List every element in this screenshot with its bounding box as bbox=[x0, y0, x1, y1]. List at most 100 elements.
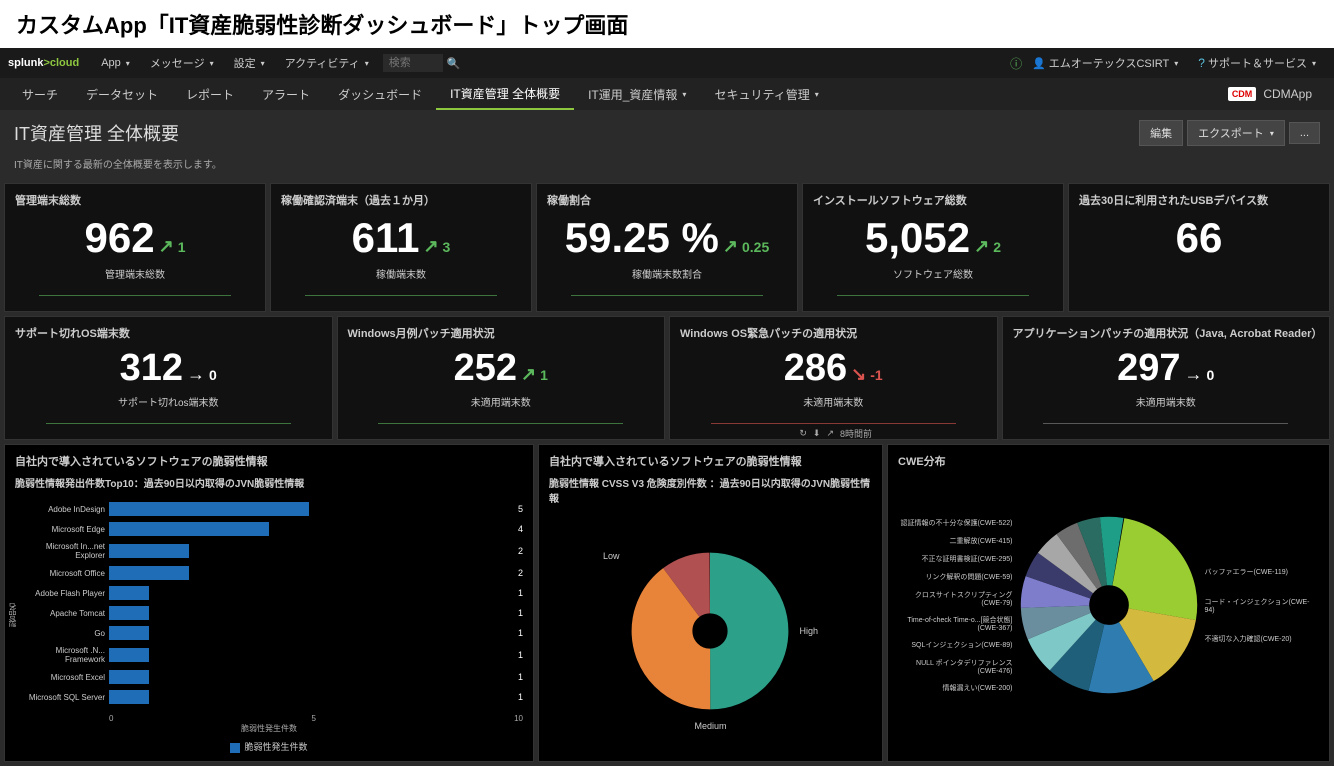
bar-fill[interactable] bbox=[109, 502, 309, 516]
kpi-card[interactable]: 稼働確認済端末（過去１か月） 611 ↗ 3 稼働端末数 bbox=[270, 183, 532, 312]
bar-label: Go bbox=[15, 629, 105, 638]
kpi-title: Windows月例パッチ適用状況 bbox=[348, 325, 655, 341]
bar-value: 1 bbox=[518, 650, 523, 660]
refresh-icon[interactable]: ↻ bbox=[799, 428, 807, 439]
bar-value: 5 bbox=[518, 504, 523, 514]
download-icon[interactable]: ⬇ bbox=[813, 428, 821, 439]
kpi-value: 297 bbox=[1117, 347, 1180, 390]
bar-fill[interactable] bbox=[109, 566, 189, 580]
edit-button[interactable]: 編集 bbox=[1139, 120, 1183, 146]
trend-arrow-icon: ↗ bbox=[159, 236, 174, 257]
bar-row: Microsoft Excel 1 bbox=[15, 670, 523, 684]
kpi-card[interactable]: Windows OS緊急パッチの適用状況 286 ↘ -1 未適用端末数 bbox=[669, 316, 998, 440]
pie1-label-low: Low bbox=[603, 551, 620, 561]
kpi-card[interactable]: 管理端末総数 962 ↗ 1 管理端末総数 bbox=[4, 183, 266, 312]
kpi-card[interactable]: Windows月例パッチ適用状況 252 ↗ 1 未適用端末数 bbox=[337, 316, 666, 440]
bar-fill[interactable] bbox=[109, 626, 149, 640]
nav-app[interactable]: App bbox=[101, 57, 130, 69]
kpi-card[interactable]: アプリケーションパッチの適用状況（Java, Acrobat Reader） 2… bbox=[1002, 316, 1331, 440]
page-title: IT資産管理 全体概要 bbox=[14, 120, 179, 146]
kpi-row-2: サポート切れOS端末数 312 → 0 サポート切れos端末数 Windows月… bbox=[4, 316, 1330, 440]
more-button[interactable]: ... bbox=[1289, 122, 1320, 144]
pie2-labels-right: バッファエラー(CWE-119)コード・インジェクション(CWE-94)不適切な… bbox=[1199, 567, 1320, 644]
kpi-value: 312 bbox=[120, 347, 183, 390]
y-axis-label: 製品名 bbox=[7, 603, 18, 627]
kpi-value: 252 bbox=[454, 347, 517, 390]
kpi-label: サポート切れos端末数 bbox=[15, 394, 322, 409]
subnav-dataset[interactable]: データセット bbox=[72, 78, 172, 110]
subnav-alert[interactable]: アラート bbox=[248, 78, 324, 110]
bar-label: Microsoft Office bbox=[15, 569, 105, 578]
kpi-card[interactable]: サポート切れOS端末数 312 → 0 サポート切れos端末数 bbox=[4, 316, 333, 440]
user-menu[interactable]: 👤 エムオーテックスCSIRT bbox=[1032, 55, 1178, 71]
nav-messages[interactable]: メッセージ bbox=[150, 55, 214, 71]
bar-row: Microsoft .N... Framework 1 bbox=[15, 646, 523, 664]
pie2-panel: CWE分布 認証情報の不十分な保護(CWE-522)二重解放(CWE-415)不… bbox=[887, 444, 1330, 762]
bar-fill[interactable] bbox=[109, 606, 149, 620]
bar-fill[interactable] bbox=[109, 648, 149, 662]
pie1-label-high: High bbox=[800, 626, 819, 636]
bar-legend: 脆弱性発生件数 bbox=[15, 740, 523, 753]
open-icon[interactable]: ↗ bbox=[826, 428, 834, 439]
pie2-chart: 認証情報の不十分な保護(CWE-522)二重解放(CWE-415)不正な証明書検… bbox=[898, 475, 1319, 735]
bar-label: Adobe InDesign bbox=[15, 505, 105, 514]
nav-settings[interactable]: 設定 bbox=[234, 55, 265, 71]
bar-row: Adobe InDesign 5 bbox=[15, 502, 523, 516]
top-nav: splunk>cloud App メッセージ 設定 アクティビティ 🔍 ⓘ 👤 … bbox=[0, 48, 1334, 78]
pie2-label: バッファエラー(CWE-119) bbox=[1205, 567, 1320, 577]
pie2-label: 二重解放(CWE-415) bbox=[898, 536, 1013, 546]
pie2-label: SQLインジェクション(CWE-89) bbox=[898, 640, 1013, 650]
bar-fill[interactable] bbox=[109, 670, 149, 684]
subnav-search[interactable]: サーチ bbox=[8, 78, 72, 110]
kpi-label: 未適用端末数 bbox=[1013, 394, 1320, 409]
trend-arrow-icon: ↘ bbox=[851, 364, 866, 385]
subnav-it-asset-overview[interactable]: IT資産管理 全体概要 bbox=[436, 78, 574, 110]
search-icon[interactable]: 🔍 bbox=[447, 57, 461, 70]
pie2-panel-title: CWE分布 bbox=[898, 453, 1319, 469]
app-switcher[interactable]: CDMCDMApp bbox=[1214, 78, 1326, 110]
bar-fill[interactable] bbox=[109, 690, 149, 704]
kpi-card[interactable]: 稼働割合 59.25 % ↗ 0.25 稼働端末数割合 bbox=[536, 183, 798, 312]
export-button[interactable]: エクスポート bbox=[1187, 120, 1285, 146]
search-input[interactable] bbox=[383, 54, 443, 72]
bar-label: Microsoft Edge bbox=[15, 525, 105, 534]
kpi-card[interactable]: インストールソフトウェア総数 5,052 ↗ 2 ソフトウェア総数 bbox=[802, 183, 1064, 312]
kpi-label: 稼働端末数 bbox=[281, 266, 521, 281]
support-menu[interactable]: ? サポート＆サービス bbox=[1198, 55, 1316, 71]
pie2-label: リンク解釈の問題(CWE-59) bbox=[898, 572, 1013, 582]
subnav-security[interactable]: セキュリティ管理 bbox=[700, 78, 832, 110]
trend-delta: 0 bbox=[209, 367, 217, 383]
trend-delta: 1 bbox=[540, 367, 548, 383]
info-icon[interactable]: ⓘ bbox=[1010, 55, 1022, 72]
bar-label: Microsoft Excel bbox=[15, 673, 105, 682]
bar-label: Microsoft .N... Framework bbox=[15, 646, 105, 664]
kpi-title: Windows OS緊急パッチの適用状況 bbox=[680, 325, 987, 341]
nav-activity[interactable]: アクティビティ bbox=[285, 55, 369, 71]
pie1-panel-title: 自社内で導入されているソフトウェアの脆弱性情報 bbox=[549, 453, 872, 469]
pie1-chart: Low High bbox=[549, 511, 872, 751]
bar-label: Microsoft SQL Server bbox=[15, 693, 105, 702]
bar-row: Microsoft Edge 4 bbox=[15, 522, 523, 536]
trend-delta: 1 bbox=[178, 239, 186, 255]
pie2-label: 情報漏えい(CWE-200) bbox=[898, 683, 1013, 693]
bar-row: Adobe Flash Player 1 bbox=[15, 586, 523, 600]
bar-fill[interactable] bbox=[109, 586, 149, 600]
trend-arrow-icon: ↗ bbox=[974, 236, 989, 257]
kpi-label: 稼働端末数割合 bbox=[547, 266, 787, 281]
bar-fill[interactable] bbox=[109, 522, 269, 536]
kpi-value: 5,052 bbox=[865, 214, 970, 262]
trend-delta: 0.25 bbox=[742, 239, 769, 255]
subnav-it-ops[interactable]: IT運用_資産情報 bbox=[574, 78, 700, 110]
subnav-report[interactable]: レポート bbox=[172, 78, 248, 110]
kpi-card[interactable]: 過去30日に利用されたUSBデバイス数 66 bbox=[1068, 183, 1330, 312]
kpi-title: 管理端末総数 bbox=[15, 192, 255, 208]
pie2-label: コード・インジェクション(CWE-94) bbox=[1205, 597, 1320, 614]
kpi-title: 稼働確認済端末（過去１か月） bbox=[281, 192, 521, 208]
kpi-label: 未適用端末数 bbox=[680, 394, 987, 409]
subnav-dashboard[interactable]: ダッシュボード bbox=[324, 78, 436, 110]
bar-fill[interactable] bbox=[109, 544, 189, 558]
pie1-panel: ↻ ⬇ ↗ 8時間前 自社内で導入されているソフトウェアの脆弱性情報 脆弱性情報… bbox=[538, 444, 883, 762]
trend-arrow-icon: ↗ bbox=[423, 236, 438, 257]
kpi-label: ソフトウェア総数 bbox=[813, 266, 1053, 281]
bar-panel-title: 自社内で導入されているソフトウェアの脆弱性情報 bbox=[15, 453, 523, 469]
